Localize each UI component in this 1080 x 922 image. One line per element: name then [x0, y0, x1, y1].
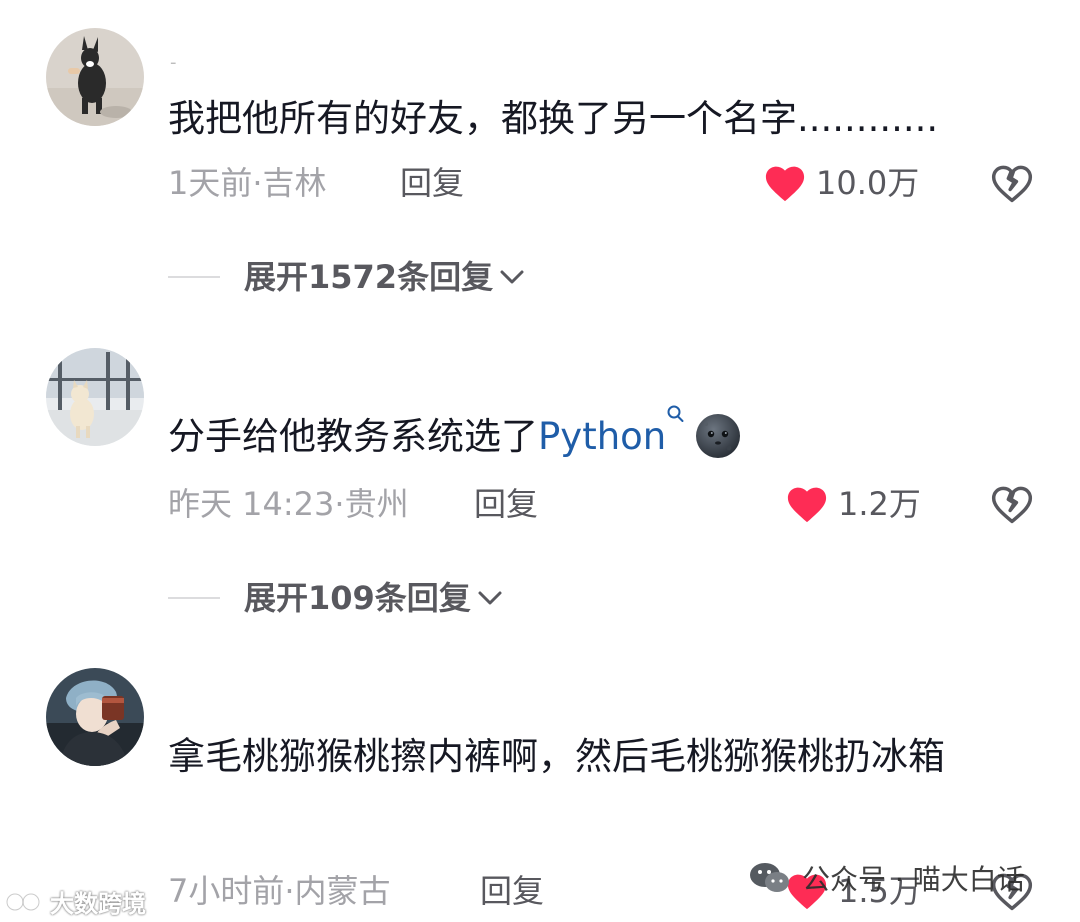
avatar[interactable]	[46, 28, 144, 126]
chevron-down-icon	[478, 591, 502, 605]
avatar[interactable]	[46, 348, 144, 446]
watermark-right-text: 公众号 · 喵大白话	[802, 863, 1025, 896]
expand-replies[interactable]: 展开109条回复	[168, 575, 503, 621]
comment-text-main: 分手给他教务系统选了	[168, 415, 538, 458]
comment-time-location: 7小时前·内蒙古	[168, 872, 391, 910]
like-button[interactable]: 10.0万	[762, 160, 919, 206]
comment-meta: 昨天 14:23·贵州 回复 1.2万	[168, 481, 1038, 527]
comment-time-location: 昨天 14:23·贵州	[168, 485, 409, 523]
like-count: 10.0万	[816, 164, 920, 202]
expand-replies-label: 展开109条回复	[244, 579, 471, 617]
watermark-left: 大数跨境	[4, 884, 146, 919]
reply-button[interactable]: 回复	[400, 160, 464, 206]
broken-heart-icon[interactable]	[990, 162, 1034, 204]
author-name[interactable]: -	[170, 54, 177, 72]
comment-text: 拿毛桃猕猴桃擦内裤啊，然后毛桃猕猴桃扔冰箱	[168, 735, 945, 778]
like-button[interactable]: 1.2万	[784, 481, 921, 527]
comment-time-location: 1天前·吉林	[168, 164, 327, 202]
like-count: 1.2万	[838, 485, 921, 523]
avatar[interactable]	[46, 668, 144, 766]
search-icon[interactable]	[666, 404, 686, 426]
comment-meta: 1天前·吉林 回复 10.0万	[168, 160, 1038, 206]
expand-replies-label: 展开1572条回复	[244, 258, 494, 296]
watermark-left-text: 大数跨境	[50, 890, 146, 918]
search-keyword-link[interactable]: Python	[538, 415, 666, 458]
comment-text: 分手给他教务系统选了Python	[168, 405, 1028, 466]
watermark-logo-icon	[5, 892, 41, 911]
reply-button[interactable]: 回复	[474, 481, 538, 527]
heart-icon	[787, 487, 827, 523]
broken-heart-icon[interactable]	[990, 483, 1034, 525]
comment-text: 我把他所有的好友，都换了另一个名字............	[168, 97, 939, 140]
expand-replies[interactable]: 展开1572条回复	[168, 254, 525, 300]
reply-button[interactable]: 回复	[480, 868, 544, 914]
divider	[168, 597, 220, 599]
watermark-right: 公众号 · 喵大白话	[748, 858, 1025, 898]
moon-face-emoji	[696, 413, 741, 458]
heart-icon	[765, 166, 805, 202]
chevron-down-icon	[500, 270, 524, 284]
divider	[168, 276, 220, 278]
wechat-icon	[750, 863, 789, 892]
